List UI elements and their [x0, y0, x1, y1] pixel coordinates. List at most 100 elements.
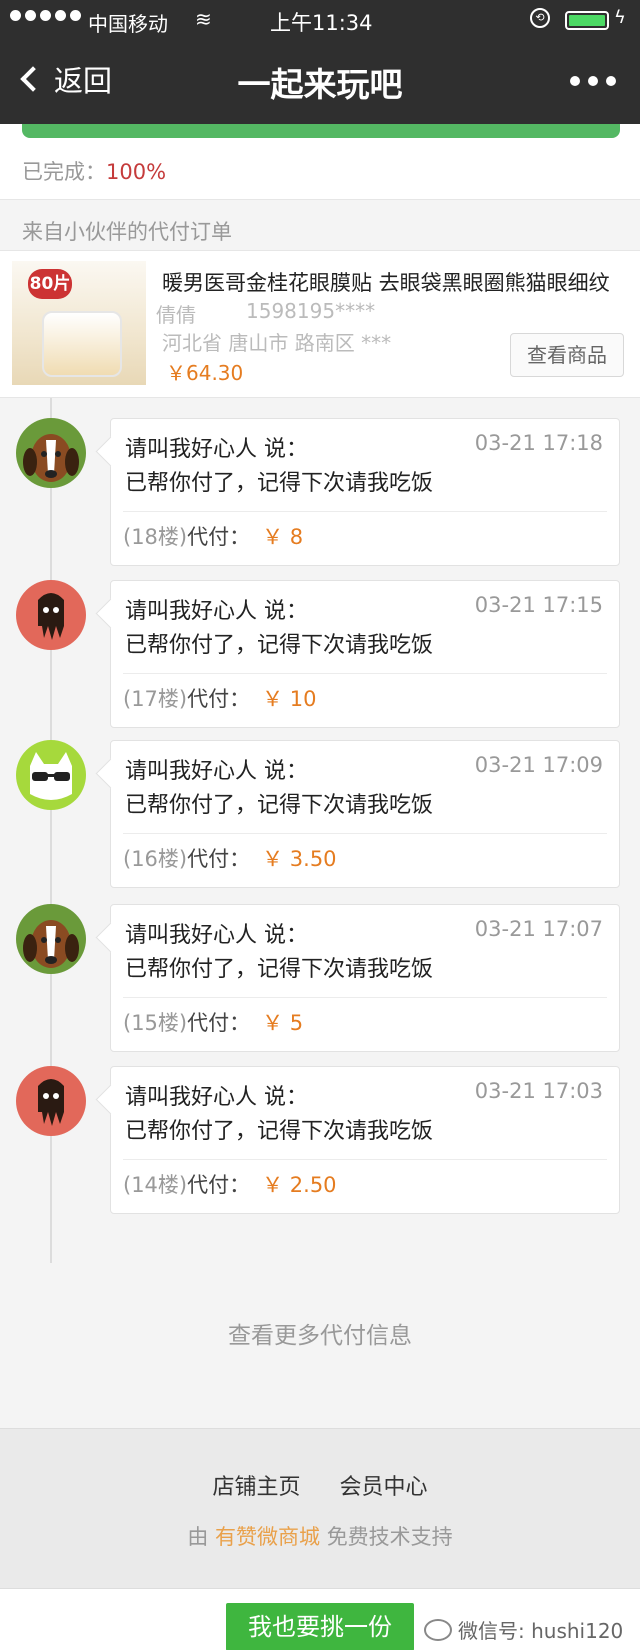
youzan-link[interactable]: 有赞微商城: [215, 1525, 320, 1549]
page-title: 一起来玩吧: [237, 65, 403, 104]
buy-one-too-button[interactable]: 我也要挑一份: [226, 1603, 414, 1650]
bottom-bar: 我也要挑一份 微信号: hushi120: [0, 1588, 640, 1650]
card-divider: [123, 833, 607, 834]
payment-time: 03-21 17:07: [474, 917, 603, 941]
cool-cat-icon[interactable]: [16, 740, 86, 810]
payment-entry: 请叫我好心人 说： 03-21 17:03 已帮你付了，记得下次请我吃饭 (14楼)代…: [0, 1066, 640, 1216]
support-prefix: 由: [187, 1525, 209, 1549]
payment-footer: (14楼)代付： ￥ 2.50: [123, 1169, 337, 1199]
payer-name: 请叫我好心人 说：: [125, 923, 308, 948]
pay-amount: ￥ 3.50: [262, 847, 337, 871]
payment-message: 已帮你付了，记得下次请我吃饭: [125, 471, 434, 496]
payment-entry: 请叫我好心人 说： 03-21 17:15 已帮你付了，记得下次请我吃饭 (17楼)代…: [0, 580, 640, 730]
pay-label: 代付：: [187, 525, 251, 549]
payment-footer: (17楼)代付： ￥ 10: [123, 683, 317, 713]
payment-card: 请叫我好心人 说： 03-21 17:15 已帮你付了，记得下次请我吃饭 (17楼)代…: [110, 580, 620, 728]
payment-entry: 请叫我好心人 说： 03-21 17:09 已帮你付了，记得下次请我吃饭 (16楼)代…: [0, 740, 640, 890]
squid-icon[interactable]: [16, 1066, 86, 1136]
signal-strength-icon: [10, 10, 81, 21]
product-price: ￥64.30: [166, 361, 244, 385]
support-suffix: 免费技术支持: [326, 1525, 453, 1549]
pay-label: 代付：: [187, 1011, 251, 1035]
payer-name: 请叫我好心人 说：: [125, 437, 308, 462]
store-home-link[interactable]: 店铺主页: [212, 1475, 300, 1500]
floor-number: (16楼): [123, 847, 188, 871]
pay-amount: ￥ 8: [262, 525, 304, 549]
section-heading: 来自小伙伴的代付订单: [22, 220, 232, 244]
payment-message: 已帮你付了，记得下次请我吃饭: [125, 633, 434, 658]
pay-label: 代付：: [187, 687, 251, 711]
floor-number: (15楼): [123, 1011, 188, 1035]
product-badge: 80片: [28, 269, 72, 299]
payer-name: 请叫我好心人 说：: [125, 759, 308, 784]
dot-icon: [606, 76, 616, 86]
payment-time: 03-21 17:09: [474, 753, 603, 777]
top-bar: 中国移动 ≋ 上午11:34 ⟲ ϟ 返回 一起来玩吧: [0, 0, 640, 124]
beagle-icon[interactable]: [16, 904, 86, 974]
payment-card: 请叫我好心人 说： 03-21 17:03 已帮你付了，记得下次请我吃饭 (14楼)代…: [110, 1066, 620, 1214]
pay-label: 代付：: [187, 1173, 251, 1197]
rotation-lock-icon: ⟲: [530, 8, 550, 28]
floor-number: (17楼): [123, 687, 188, 711]
buyer-address: 河北省 唐山市 路南区 ***: [162, 331, 392, 355]
progress-section: 已完成：100%: [0, 124, 640, 200]
buyer-name: 倩倩: [156, 303, 196, 327]
payment-entry: 请叫我好心人 说： 03-21 17:07 已帮你付了，记得下次请我吃饭 (15楼)代…: [0, 904, 640, 1054]
pay-amount: ￥ 2.50: [262, 1173, 337, 1197]
payment-time: 03-21 17:18: [474, 431, 603, 455]
pay-label: 代付：: [187, 847, 251, 871]
payment-footer: (16楼)代付： ￥ 3.50: [123, 843, 337, 873]
buyer-phone: 1598195****: [246, 299, 376, 323]
battery-icon: [565, 11, 609, 30]
payment-message: 已帮你付了，记得下次请我吃饭: [125, 957, 434, 982]
payment-entry: 请叫我好心人 说： 03-21 17:18 已帮你付了，记得下次请我吃饭 (18楼)代…: [0, 418, 640, 568]
navigation-bar: 返回 一起来玩吧: [0, 44, 640, 124]
beagle-icon[interactable]: [16, 418, 86, 488]
view-product-button[interactable]: 查看商品: [510, 333, 624, 377]
pay-amount: ￥ 5: [262, 1011, 304, 1035]
dot-icon: [588, 76, 598, 86]
card-divider: [123, 511, 607, 512]
payment-footer: (15楼)代付： ￥ 5: [123, 1007, 303, 1037]
payment-card: 请叫我好心人 说： 03-21 17:09 已帮你付了，记得下次请我吃饭 (16楼)代…: [110, 740, 620, 888]
more-options-button[interactable]: [570, 76, 616, 86]
charging-icon: ϟ: [614, 7, 626, 28]
footer: 店铺主页 会员中心 由 有赞微商城 免费技术支持: [0, 1428, 640, 1588]
member-center-link[interactable]: 会员中心: [340, 1475, 428, 1500]
wechat-icon: [424, 1618, 452, 1641]
squid-icon[interactable]: [16, 580, 86, 650]
payment-card: 请叫我好心人 说： 03-21 17:07 已帮你付了，记得下次请我吃饭 (15楼)代…: [110, 904, 620, 1052]
payment-card: 请叫我好心人 说： 03-21 17:18 已帮你付了，记得下次请我吃饭 (18楼)代…: [110, 418, 620, 566]
wifi-icon: ≋: [195, 7, 212, 31]
payment-footer: (18楼)代付： ￥ 8: [123, 521, 303, 551]
order-card: 80片 暖男医哥金桂花眼膜贴 去眼袋黑眼圈熊猫眼细纹 倩倩 1598195***…: [0, 250, 640, 398]
floor-number: (14楼): [123, 1173, 188, 1197]
pay-amount: ￥ 10: [262, 687, 317, 711]
status-bar: 中国移动 ≋ 上午11:34 ⟲ ϟ: [0, 0, 640, 40]
payment-time: 03-21 17:15: [474, 593, 603, 617]
completion-status: 已完成：100%: [22, 156, 166, 186]
dot-icon: [570, 76, 580, 86]
product-image[interactable]: 80片: [12, 261, 146, 385]
card-divider: [123, 997, 607, 998]
status-time: 上午11:34: [270, 11, 373, 35]
payer-name: 请叫我好心人 说：: [125, 599, 308, 624]
card-divider: [123, 673, 607, 674]
payment-message: 已帮你付了，记得下次请我吃饭: [125, 1119, 434, 1144]
completion-label: 已完成：: [22, 160, 106, 184]
payment-message: 已帮你付了，记得下次请我吃饭: [125, 793, 434, 818]
completion-percent: 100%: [106, 160, 167, 184]
progress-fill: [22, 124, 620, 138]
carrier-label: 中国移动: [88, 12, 168, 36]
tech-support-note: 由 有赞微商城 免费技术支持: [0, 1521, 640, 1551]
wechat-watermark: 微信号: hushi120: [424, 1615, 623, 1644]
progress-bar: [22, 124, 620, 138]
payment-time: 03-21 17:03: [474, 1079, 603, 1103]
watermark-text: 微信号: hushi120: [458, 1619, 624, 1643]
jar-icon: [42, 311, 122, 377]
payer-name: 请叫我好心人 说：: [125, 1085, 308, 1110]
footer-links: 店铺主页 会员中心: [0, 1469, 640, 1501]
floor-number: (18楼): [123, 525, 188, 549]
product-title: 暖男医哥金桂花眼膜贴 去眼袋黑眼圈熊猫眼细纹: [162, 271, 610, 295]
view-more-payments-link[interactable]: 查看更多代付信息: [0, 1316, 640, 1350]
